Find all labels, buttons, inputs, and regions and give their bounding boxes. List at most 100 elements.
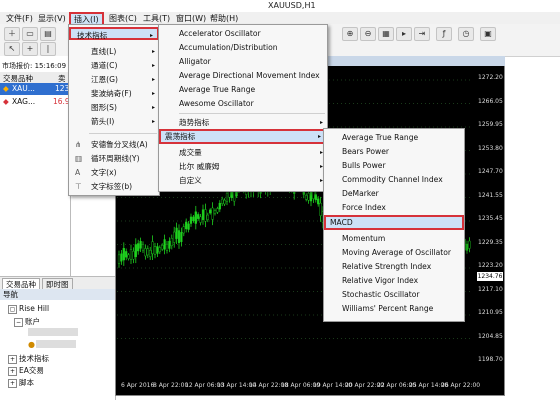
menu-item-bill-williams[interactable]: 比尔 威廉姆 ▸ [159, 160, 327, 173]
menu-item-stochastic[interactable]: Stochastic Oscillator [324, 288, 464, 301]
auto-scroll-icon[interactable]: ▸ [396, 27, 412, 41]
menu-item-rvi[interactable]: Relative Vigor Index [324, 274, 464, 287]
menu-item-fibonacci[interactable]: 斐波纳奇(F) ▸ [69, 87, 159, 100]
chart-shift-icon[interactable]: ⇥ [414, 27, 430, 41]
menu-item-accelerator[interactable]: Accelerator Oscillator [159, 27, 327, 40]
submenu-arrow-icon: ▸ [151, 104, 155, 111]
menu-item-andrews-pitchfork[interactable]: ⋔ 安德鲁分叉线(A) [69, 138, 159, 151]
menu-file[interactable]: 文件(F) [4, 13, 35, 24]
profiles-icon[interactable]: ▭ [22, 27, 38, 41]
menu-item-atr[interactable]: Average True Range [159, 83, 327, 96]
menu-item-cci[interactable]: Commodity Channel Index [324, 173, 464, 186]
menu-item-rsi[interactable]: Relative Strength Index [324, 260, 464, 273]
navigator-title: 导航 [0, 289, 115, 300]
menu-item-gann[interactable]: 江恩(G) ▸ [69, 73, 159, 86]
expand-icon: + [8, 378, 17, 388]
menu-item-indicators[interactable]: 技术指标 ▸ [69, 27, 159, 40]
menu-item-custom[interactable]: 自定义 ▸ [159, 174, 327, 187]
menu-item-williams[interactable]: Williams' Percent Range [324, 302, 464, 315]
candle-body [139, 240, 142, 249]
templates-icon[interactable]: ▣ [480, 27, 496, 41]
menu-view[interactable]: 显示(V) [36, 13, 68, 24]
market-watch-icon[interactable]: ▤ [40, 27, 56, 41]
menu-item-cycle-lines[interactable]: ▥ 循环周期线(Y) [69, 152, 159, 165]
menu-item-alligator[interactable]: Alligator [159, 55, 327, 68]
candle-body [192, 216, 195, 222]
menu-item-volumes[interactable]: 成交量 ▸ [159, 146, 327, 159]
navigator-experts[interactable]: + EA交易 [8, 365, 44, 376]
periods-icon[interactable]: ◷ [458, 27, 474, 41]
candle-body [163, 239, 166, 250]
menu-item-osma[interactable]: Moving Average of Oscillator [324, 246, 464, 259]
price-tick-label: 1210.95 [478, 309, 503, 316]
menu-item-adx[interactable]: Average Directional Movement Index [159, 69, 327, 82]
menu-item-demarker[interactable]: DeMarker [324, 187, 464, 200]
candle-body [194, 211, 197, 224]
menu-window[interactable]: 窗口(W) [174, 13, 208, 24]
menu-item-momentum[interactable]: Momentum [324, 232, 464, 245]
menu-item-lines[interactable]: 直线(L) ▸ [69, 45, 159, 58]
tile-windows-icon[interactable]: ▦ [378, 27, 394, 41]
new-chart-icon[interactable]: ＋ [4, 27, 20, 41]
menu-item-arrows[interactable]: 箭头(I) ▸ [69, 115, 159, 128]
candle-body [137, 243, 140, 252]
menu-item-force-index[interactable]: Force Index [324, 201, 464, 214]
candle-body [175, 227, 178, 239]
zoom-in-icon[interactable]: ⊕ [342, 27, 358, 41]
menu-item-shapes[interactable]: 图形(S) ▸ [69, 101, 159, 114]
table-row[interactable]: ◆ XAG... 16.9 [0, 96, 70, 108]
candle-body [170, 238, 173, 246]
menu-item-channels[interactable]: 通道(C) ▸ [69, 59, 159, 72]
date-axis: 6 Apr 2016 8 Apr 22:00 12 Apr 06:00 13 Apr … [117, 380, 480, 392]
candle-body [468, 240, 471, 249]
menu-item-macd[interactable]: MACD [324, 215, 464, 230]
candle-body [156, 246, 159, 254]
menu-separator [179, 113, 325, 114]
submenu-arrow-icon: ▸ [151, 62, 155, 69]
navigator-indicators[interactable]: + 技术指标 [8, 353, 49, 364]
menu-item-oscillators[interactable]: 震荡指标 ▸ [159, 129, 327, 144]
zoom-out-icon[interactable]: ⊖ [360, 27, 376, 41]
vertical-line-icon[interactable]: | [40, 42, 56, 56]
menu-item-atr-osc[interactable]: Average True Range [324, 131, 464, 144]
menu-item-bulls-power[interactable]: Bulls Power [324, 159, 464, 172]
candle-body [319, 202, 322, 216]
candle-body [187, 223, 190, 230]
menu-tools[interactable]: 工具(T) [141, 13, 172, 24]
navigator-scripts[interactable]: + 脚本 [8, 377, 34, 388]
price-tick-label: 1235.45 [478, 215, 503, 222]
navigator-accounts[interactable]: − 账户 [14, 316, 40, 327]
blurred-account [36, 340, 76, 348]
menu-item-awesome[interactable]: Awesome Oscillator [159, 97, 327, 110]
current-price-label: 1234.76 [477, 272, 503, 281]
submenu-arrow-icon: ▸ [151, 48, 155, 55]
menu-item-trend[interactable]: 趋势指标 ▸ [159, 116, 327, 129]
price-tick-label: 1241.55 [478, 191, 503, 199]
candle-body [197, 214, 200, 219]
candle-body [317, 198, 320, 205]
table-row[interactable]: ◆ XAU... 123 [0, 83, 70, 95]
user-icon: ● [28, 340, 35, 349]
menu-item-text[interactable]: A 文字(x) [69, 166, 159, 179]
candle-body [134, 244, 137, 258]
candle-body [189, 216, 193, 224]
indicators-list-icon[interactable]: ƒ [436, 27, 452, 41]
text-icon: A [75, 168, 81, 177]
candle-body [213, 210, 217, 214]
candle-body [180, 232, 183, 242]
market-watch-tabs: 交易品种 即时图 [0, 276, 115, 291]
candle-body [173, 231, 176, 243]
blurred-account [28, 328, 78, 336]
navigator-root[interactable]: ▢ Rise Hill [8, 304, 49, 314]
candle-body [209, 209, 212, 214]
crosshair-icon[interactable]: + [22, 42, 38, 56]
cursor-icon[interactable]: ↖ [4, 42, 20, 56]
menu-help[interactable]: 帮助(H) [208, 13, 240, 24]
row-symbol: XAU... [12, 84, 35, 93]
menu-item-bears-power[interactable]: Bears Power [324, 145, 464, 158]
menu-charts[interactable]: 图表(C) [107, 13, 139, 24]
candle-body [216, 208, 219, 213]
menu-item-text-label[interactable]: ⊤ 文字标签(b) [69, 180, 159, 193]
menu-item-accumulation[interactable]: Accumulation/Distribution [159, 41, 327, 54]
market-watch-header: 市场报价: 15:16:09 [2, 62, 67, 70]
